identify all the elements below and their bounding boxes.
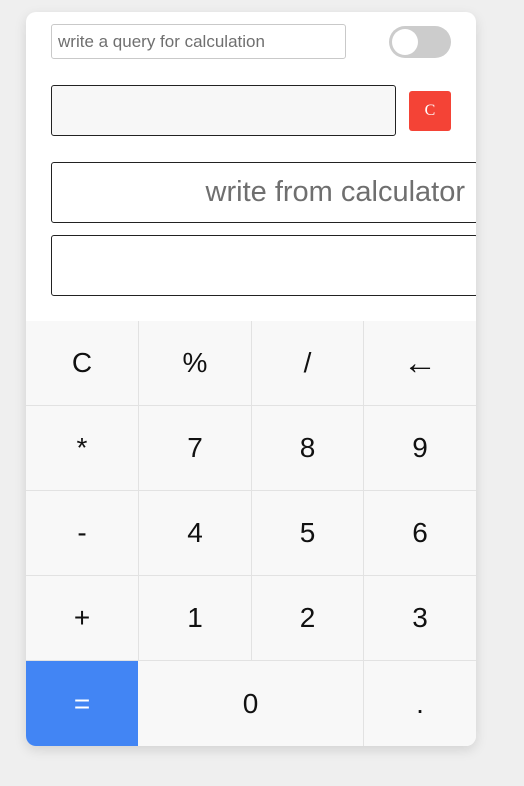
key-6[interactable]: 6 [364,491,476,576]
toggle-knob [392,29,418,55]
key-1[interactable]: 1 [139,576,252,661]
key-divide[interactable]: / [252,321,364,406]
key-5[interactable]: 5 [252,491,364,576]
key-backspace[interactable]: ← [364,321,476,406]
calculator-card: C C % / ← * 7 8 9 - 4 5 6 + 1 2 3 = 0 . [26,12,476,746]
keypad: C % / ← * 7 8 9 - 4 5 6 + 1 2 3 = 0 . [26,321,476,746]
key-decimal[interactable]: . [364,661,476,746]
key-equals[interactable]: = [26,661,138,746]
key-clear[interactable]: C [26,321,139,406]
key-0[interactable]: 0 [138,661,364,746]
query-result-box [51,85,396,136]
key-percent[interactable]: % [139,321,252,406]
key-3[interactable]: 3 [364,576,476,661]
key-8[interactable]: 8 [252,406,364,491]
key-multiply[interactable]: * [26,406,139,491]
key-2[interactable]: 2 [252,576,364,661]
calculator-output-box [51,235,476,296]
key-7[interactable]: 7 [139,406,252,491]
key-4[interactable]: 4 [139,491,252,576]
calculator-display-input[interactable] [51,162,476,223]
query-input[interactable] [51,24,346,59]
clear-query-button[interactable]: C [409,91,451,131]
key-add[interactable]: + [26,576,139,661]
mode-toggle[interactable] [389,26,451,58]
key-9[interactable]: 9 [364,406,476,491]
key-subtract[interactable]: - [26,491,139,576]
